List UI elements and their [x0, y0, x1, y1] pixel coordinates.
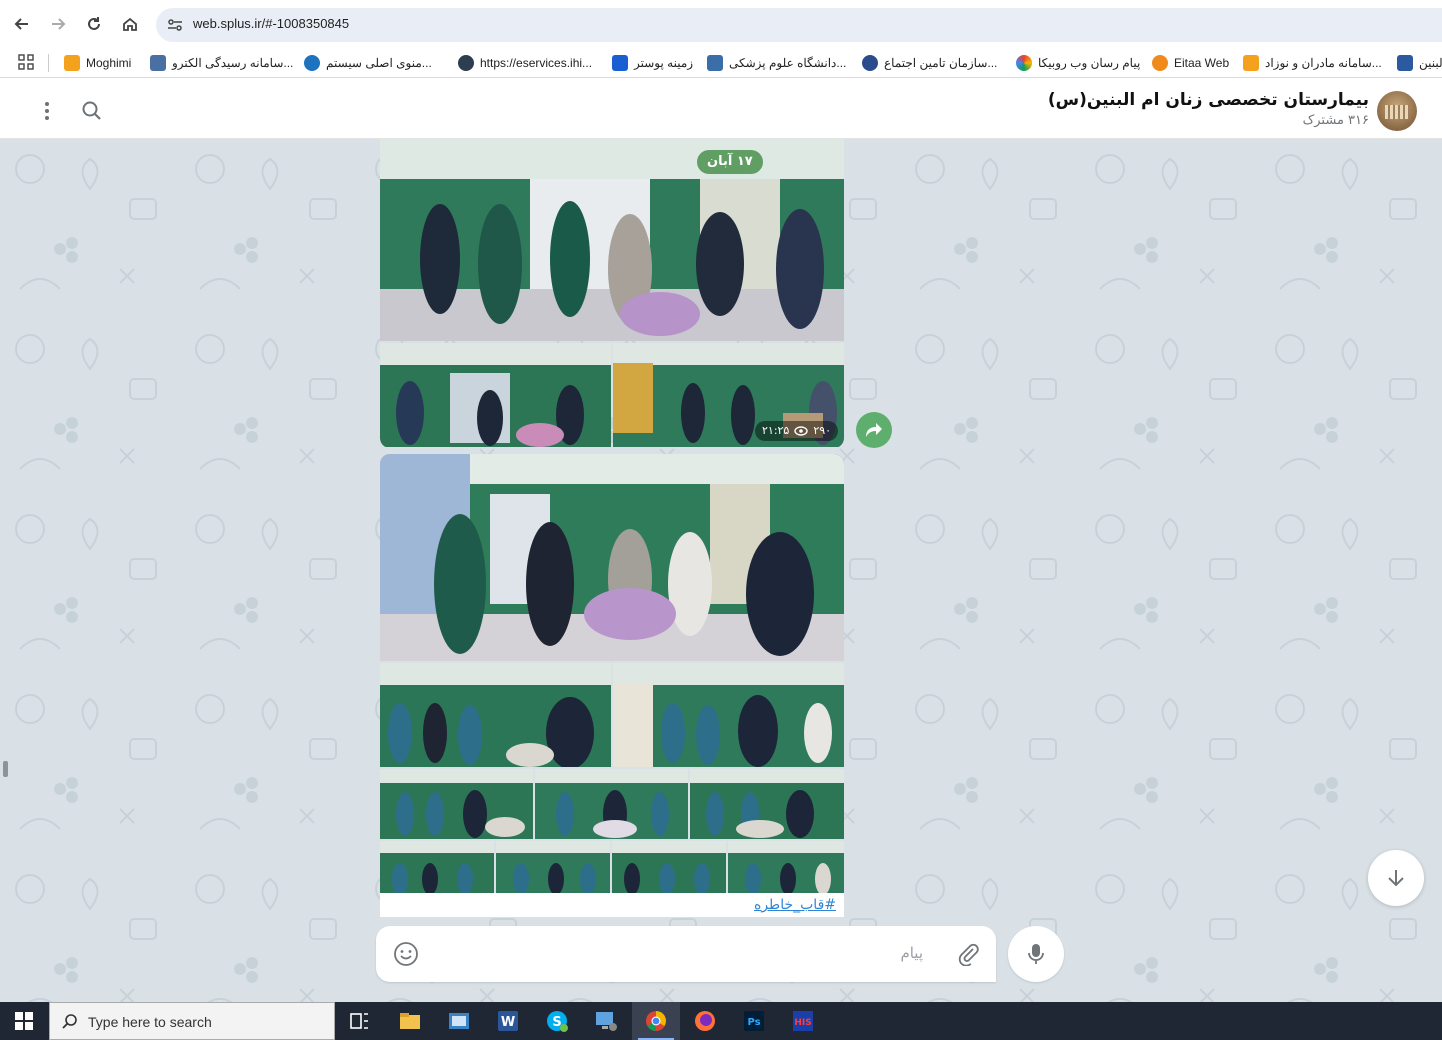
bookmark-item[interactable]: سامانه مادران و نوزاد... [1243, 53, 1382, 73]
arrow-down-icon [1388, 870, 1404, 887]
album-photo[interactable] [535, 769, 688, 839]
view-count: ۲۹۰ [813, 424, 832, 437]
apps-grid-icon[interactable] [18, 54, 34, 70]
photoshop-icon[interactable]: Ps [742, 1009, 766, 1033]
address-bar[interactable]: web.splus.ir/#-1008350845 [156, 8, 1442, 42]
album-photo[interactable] [380, 841, 494, 894]
emoji-icon[interactable] [393, 941, 419, 967]
bookmark-favicon [150, 55, 166, 71]
forward-button[interactable] [856, 412, 892, 448]
date-badge: ۱۷ آبان [697, 150, 763, 174]
bookmarks-divider [48, 54, 49, 72]
search-icon [62, 1014, 77, 1029]
scroll-to-bottom-button[interactable] [1368, 850, 1424, 906]
album-photo[interactable] [380, 663, 611, 767]
bookmark-favicon [1243, 55, 1259, 71]
album-photo[interactable] [380, 139, 844, 341]
album-photo[interactable] [380, 769, 533, 839]
bookmark-favicon [1397, 55, 1413, 71]
forward-icon[interactable] [46, 12, 70, 36]
attach-icon[interactable] [956, 942, 980, 966]
taskbar-search[interactable]: Type here to search [49, 1002, 335, 1040]
svg-text:Ps: Ps [747, 1017, 760, 1028]
bookmark-item[interactable]: سامانه رسیدگی الکترو... [150, 53, 293, 73]
home-icon[interactable] [118, 12, 142, 36]
bookmark-favicon [612, 55, 628, 71]
scroll-indicator[interactable] [3, 761, 8, 777]
microphone-icon [1028, 944, 1044, 964]
bookmark-item[interactable]: دانشگاه علوم پزشکی... [707, 53, 846, 73]
bookmark-favicon [707, 55, 723, 71]
bookmark-item[interactable]: سازمان تامین اجتماع... [862, 53, 997, 73]
back-icon[interactable] [10, 12, 34, 36]
firefox-icon[interactable] [693, 1009, 717, 1033]
windows-taskbar: Type here to search W S Ps HIS [0, 1002, 1442, 1040]
svg-text:HIS: HIS [794, 1018, 811, 1028]
start-button[interactable] [0, 1002, 48, 1040]
control-panel-icon[interactable] [447, 1009, 471, 1033]
bookmark-eitaa[interactable]: Eitaa Web [1152, 53, 1229, 73]
word-icon[interactable]: W [496, 1009, 520, 1033]
skype-icon[interactable]: S [545, 1009, 569, 1033]
subscriber-count: ۳۱۶ مشترک [1302, 113, 1369, 128]
album-photo[interactable] [728, 841, 844, 894]
bookmark-item[interactable]: منوی اصلی سیستم... [304, 53, 432, 73]
remote-desktop-icon[interactable] [594, 1009, 618, 1033]
views-eye-icon [794, 426, 809, 436]
windows-logo-icon [15, 1012, 33, 1030]
voice-record-button[interactable] [1008, 926, 1064, 982]
bookmark-item[interactable]: https://eservices.ihi... [458, 53, 592, 73]
bookmark-favicon [458, 55, 474, 71]
bookmark-favicon [1016, 55, 1032, 71]
url-text[interactable]: web.splus.ir/#-1008350845 [193, 16, 349, 31]
his-app-icon[interactable]: HIS [791, 1009, 815, 1033]
album-photo[interactable] [690, 769, 844, 839]
bookmark-favicon [862, 55, 878, 71]
bookmark-item[interactable]: زمینه پوستر [612, 53, 693, 73]
hashtag-link[interactable]: #قاب_خاطره [754, 897, 836, 913]
task-view-icon[interactable] [348, 1009, 372, 1033]
album-photo[interactable] [380, 454, 844, 661]
share-arrow-icon [866, 423, 882, 437]
search-icon[interactable] [80, 99, 104, 123]
bookmark-favicon [1152, 55, 1168, 71]
file-explorer-icon[interactable] [398, 1009, 422, 1033]
more-options-icon[interactable] [36, 100, 58, 122]
channel-header: بیمارستان تخصصی زنان ام البنین(س) ۳۱۶ مش… [0, 82, 1442, 139]
message-time: ۲۱:۲۵ [762, 424, 790, 437]
channel-avatar[interactable] [1377, 91, 1417, 131]
svg-text:W: W [501, 1015, 515, 1030]
bookmark-favicon [304, 55, 320, 71]
message-input[interactable]: پیام [900, 944, 923, 962]
bookmark-item[interactable]: لبنین [1397, 53, 1442, 73]
album-photo[interactable] [380, 343, 611, 447]
message-meta: ۲۱:۲۵ ۲۹۰ [755, 421, 839, 441]
album-photo[interactable] [496, 841, 610, 894]
bookmarks-bar: Moghimi سامانه رسیدگی الکترو... منوی اصل… [0, 48, 1442, 78]
album-photo[interactable] [612, 841, 726, 894]
message-composer[interactable]: پیام [376, 926, 996, 982]
bookmark-item[interactable]: پیام رسان وب روبیکا [1016, 53, 1140, 73]
photo-album-1[interactable] [380, 139, 844, 448]
bookmark-favicon [64, 55, 80, 71]
site-settings-icon[interactable] [166, 16, 184, 34]
photo-album-2[interactable] [380, 454, 844, 916]
browser-toolbar: web.splus.ir/#-1008350845 [0, 0, 1442, 48]
taskbar-search-text[interactable]: Type here to search [88, 1014, 212, 1030]
reload-icon[interactable] [82, 12, 106, 36]
album-photo[interactable] [613, 663, 844, 767]
message-caption: #قاب_خاطره [380, 893, 844, 917]
chat-area[interactable]: ۱۷ آبان ۲۱:۲۵ ۲۹۰ #قاب_خاطره پیام [0, 139, 1442, 1002]
chrome-icon[interactable] [644, 1009, 668, 1033]
bookmark-moghimi[interactable]: Moghimi [64, 53, 131, 73]
channel-title[interactable]: بیمارستان تخصصی زنان ام البنین(س) [1048, 90, 1369, 110]
